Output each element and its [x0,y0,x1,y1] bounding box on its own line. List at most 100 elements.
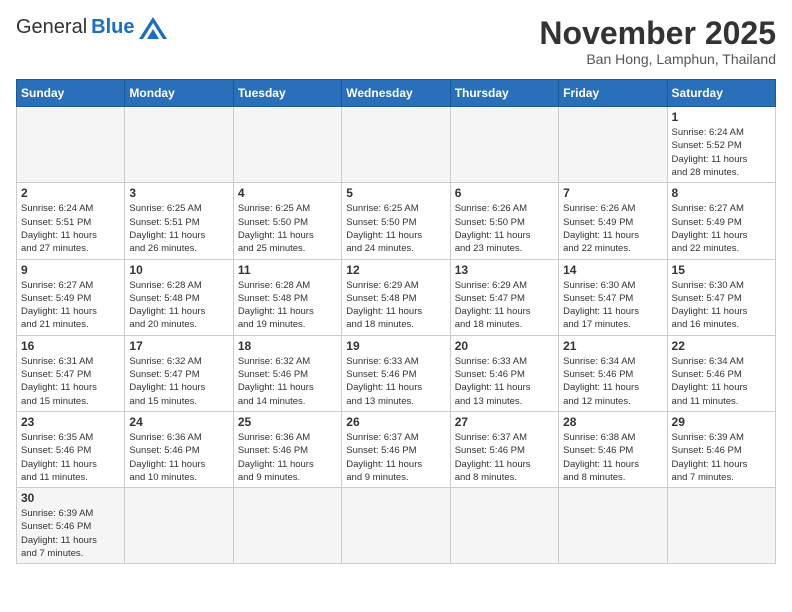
day-number: 13 [455,263,554,277]
calendar-day-cell: 10 Sunrise: 6:28 AM Sunset: 5:48 PM Dayli… [125,259,233,335]
day-info: Sunrise: 6:28 AM Sunset: 5:48 PM Dayligh… [129,279,228,332]
day-info: Sunrise: 6:27 AM Sunset: 5:49 PM Dayligh… [21,279,120,332]
day-info: Sunrise: 6:30 AM Sunset: 5:47 PM Dayligh… [672,279,771,332]
day-info: Sunrise: 6:27 AM Sunset: 5:49 PM Dayligh… [672,202,771,255]
day-info: Sunrise: 6:36 AM Sunset: 5:46 PM Dayligh… [238,431,337,484]
title-block: November 2025 Ban Hong, Lamphun, Thailan… [539,16,776,67]
day-info: Sunrise: 6:39 AM Sunset: 5:46 PM Dayligh… [672,431,771,484]
day-number: 27 [455,415,554,429]
day-number: 8 [672,186,771,200]
calendar-day-cell [559,488,667,564]
day-info: Sunrise: 6:29 AM Sunset: 5:48 PM Dayligh… [346,279,445,332]
logo-general-text: General [16,16,87,39]
day-info: Sunrise: 6:25 AM Sunset: 5:50 PM Dayligh… [346,202,445,255]
weekday-header: Friday [559,80,667,107]
calendar-day-cell: 22 Sunrise: 6:34 AM Sunset: 5:46 PM Dayli… [667,335,775,411]
day-info: Sunrise: 6:34 AM Sunset: 5:46 PM Dayligh… [563,355,662,408]
calendar-day-cell: 30 Sunrise: 6:39 AM Sunset: 5:46 PM Dayli… [17,488,125,564]
day-number: 7 [563,186,662,200]
calendar-week-row: 23Sunrise: 6:35 AM Sunset: 5:46 PM Dayli… [17,411,776,487]
day-info: Sunrise: 6:34 AM Sunset: 5:46 PM Dayligh… [672,355,771,408]
calendar-day-cell: 11 Sunrise: 6:28 AM Sunset: 5:48 PM Dayli… [233,259,341,335]
day-number: 5 [346,186,445,200]
calendar-day-cell: 26Sunrise: 6:37 AM Sunset: 5:46 PM Dayli… [342,411,450,487]
calendar-header-row: SundayMondayTuesdayWednesdayThursdayFrid… [17,80,776,107]
calendar-day-cell [125,488,233,564]
day-number: 29 [672,415,771,429]
calendar-table: SundayMondayTuesdayWednesdayThursdayFrid… [16,79,776,564]
day-info: Sunrise: 6:39 AM Sunset: 5:46 PM Dayligh… [21,507,120,560]
day-info: Sunrise: 6:37 AM Sunset: 5:46 PM Dayligh… [346,431,445,484]
day-number: 16 [21,339,120,353]
calendar-day-cell: 27Sunrise: 6:37 AM Sunset: 5:46 PM Dayli… [450,411,558,487]
logo-blue-text: Blue [91,16,134,39]
day-number: 14 [563,263,662,277]
day-number: 11 [238,263,337,277]
day-number: 25 [238,415,337,429]
day-number: 24 [129,415,228,429]
weekday-header: Sunday [17,80,125,107]
day-info: Sunrise: 6:33 AM Sunset: 5:46 PM Dayligh… [455,355,554,408]
calendar-day-cell: 24 Sunrise: 6:36 AM Sunset: 5:46 PM Dayli… [125,411,233,487]
calendar-day-cell: 28 Sunrise: 6:38 AM Sunset: 5:46 PM Dayli… [559,411,667,487]
calendar-day-cell: 13 Sunrise: 6:29 AM Sunset: 5:47 PM Dayli… [450,259,558,335]
calendar-week-row: 9 Sunrise: 6:27 AM Sunset: 5:49 PM Daylig… [17,259,776,335]
day-number: 2 [21,186,120,200]
calendar-day-cell: 1 Sunrise: 6:24 AM Sunset: 5:52 PM Daylig… [667,107,775,183]
day-number: 4 [238,186,337,200]
weekday-header: Monday [125,80,233,107]
day-number: 15 [672,263,771,277]
calendar-day-cell [342,107,450,183]
calendar-day-cell [667,488,775,564]
day-number: 19 [346,339,445,353]
day-number: 3 [129,186,228,200]
calendar-day-cell: 4 Sunrise: 6:25 AM Sunset: 5:50 PM Daylig… [233,183,341,259]
day-number: 17 [129,339,228,353]
day-info: Sunrise: 6:24 AM Sunset: 5:52 PM Dayligh… [672,126,771,179]
day-info: Sunrise: 6:36 AM Sunset: 5:46 PM Dayligh… [129,431,228,484]
day-info: Sunrise: 6:25 AM Sunset: 5:51 PM Dayligh… [129,202,228,255]
calendar-day-cell [17,107,125,183]
calendar-day-cell [342,488,450,564]
calendar-day-cell: 7Sunrise: 6:26 AM Sunset: 5:49 PM Daylig… [559,183,667,259]
day-info: Sunrise: 6:28 AM Sunset: 5:48 PM Dayligh… [238,279,337,332]
day-number: 1 [672,110,771,124]
day-info: Sunrise: 6:25 AM Sunset: 5:50 PM Dayligh… [238,202,337,255]
day-info: Sunrise: 6:24 AM Sunset: 5:51 PM Dayligh… [21,202,120,255]
calendar-day-cell: 16 Sunrise: 6:31 AM Sunset: 5:47 PM Dayli… [17,335,125,411]
calendar-day-cell [233,107,341,183]
day-info: Sunrise: 6:31 AM Sunset: 5:47 PM Dayligh… [21,355,120,408]
location-text: Ban Hong, Lamphun, Thailand [539,51,776,67]
day-info: Sunrise: 6:26 AM Sunset: 5:50 PM Dayligh… [455,202,554,255]
calendar-day-cell: 9 Sunrise: 6:27 AM Sunset: 5:49 PM Daylig… [17,259,125,335]
calendar-day-cell: 5 Sunrise: 6:25 AM Sunset: 5:50 PM Daylig… [342,183,450,259]
day-number: 22 [672,339,771,353]
calendar-day-cell: 17 Sunrise: 6:32 AM Sunset: 5:47 PM Dayli… [125,335,233,411]
weekday-header: Tuesday [233,80,341,107]
calendar-day-cell: 25 Sunrise: 6:36 AM Sunset: 5:46 PM Dayli… [233,411,341,487]
day-info: Sunrise: 6:29 AM Sunset: 5:47 PM Dayligh… [455,279,554,332]
day-number: 10 [129,263,228,277]
month-title: November 2025 [539,16,776,51]
calendar-day-cell: 23Sunrise: 6:35 AM Sunset: 5:46 PM Dayli… [17,411,125,487]
logo-icon [139,17,167,39]
calendar-day-cell: 8 Sunrise: 6:27 AM Sunset: 5:49 PM Daylig… [667,183,775,259]
calendar-day-cell: 6Sunrise: 6:26 AM Sunset: 5:50 PM Daylig… [450,183,558,259]
weekday-header: Wednesday [342,80,450,107]
calendar-day-cell: 14Sunrise: 6:30 AM Sunset: 5:47 PM Dayli… [559,259,667,335]
calendar-day-cell [450,107,558,183]
day-number: 30 [21,491,120,505]
calendar-day-cell: 20Sunrise: 6:33 AM Sunset: 5:46 PM Dayli… [450,335,558,411]
day-info: Sunrise: 6:35 AM Sunset: 5:46 PM Dayligh… [21,431,120,484]
day-number: 9 [21,263,120,277]
calendar-week-row: 16 Sunrise: 6:31 AM Sunset: 5:47 PM Dayli… [17,335,776,411]
calendar-day-cell: 18Sunrise: 6:32 AM Sunset: 5:46 PM Dayli… [233,335,341,411]
day-number: 28 [563,415,662,429]
day-info: Sunrise: 6:38 AM Sunset: 5:46 PM Dayligh… [563,431,662,484]
calendar-day-cell: 3 Sunrise: 6:25 AM Sunset: 5:51 PM Daylig… [125,183,233,259]
calendar-day-cell: 2 Sunrise: 6:24 AM Sunset: 5:51 PM Daylig… [17,183,125,259]
day-info: Sunrise: 6:32 AM Sunset: 5:47 PM Dayligh… [129,355,228,408]
logo: General Blue [16,16,167,39]
weekday-header: Thursday [450,80,558,107]
calendar-day-cell [450,488,558,564]
